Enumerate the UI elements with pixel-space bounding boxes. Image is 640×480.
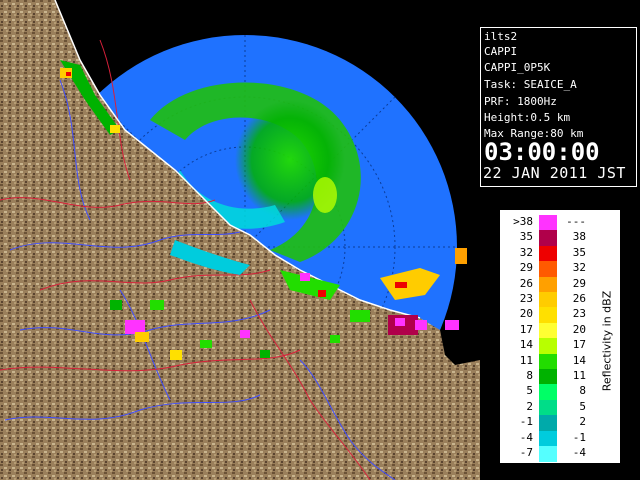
legend-low-value: -1 xyxy=(519,415,533,429)
legend-row: -1 2 xyxy=(501,415,591,431)
legend-color-swatch xyxy=(539,292,557,308)
legend-high-value: 8 xyxy=(579,384,586,398)
legend-row: >38 --- xyxy=(501,215,591,231)
legend-high-value: 26 xyxy=(572,292,586,305)
legend-high-value: -1 xyxy=(572,430,586,444)
legend-high-value: 29 xyxy=(572,276,586,290)
legend-row: 25 xyxy=(501,399,591,416)
observation-date: 22 JAN 2011 JST xyxy=(483,164,626,182)
legend-color-swatch xyxy=(539,353,557,370)
legend-low-value: 5 xyxy=(526,384,533,398)
legend-high-value: 2 xyxy=(579,415,586,429)
legend-low-value: 8 xyxy=(526,369,533,382)
legend-color-swatch xyxy=(539,369,557,385)
legend-unit-text: Reflectivity in dBZ xyxy=(600,290,614,392)
legend-high-value: 20 xyxy=(572,322,586,336)
legend-color-swatch xyxy=(539,215,557,231)
legend-color-swatch xyxy=(539,261,557,277)
legend-color-swatch xyxy=(539,399,557,416)
legend-row: 23 26 xyxy=(501,292,591,308)
legend-row: 35 38 xyxy=(501,230,591,247)
legend-high-value: -4 xyxy=(572,446,586,459)
legend-row: 32 35 xyxy=(501,245,591,262)
legend-low-value: 17 xyxy=(519,322,533,336)
legend-low-value: 20 xyxy=(519,307,533,321)
legend-color-swatch xyxy=(539,384,557,401)
legend-color-swatch xyxy=(539,338,557,354)
legend-low-value: 23 xyxy=(519,292,533,305)
radar-name: ilts2 xyxy=(484,30,518,43)
product-id: CAPPI_0P5K xyxy=(484,61,551,74)
legend-row: 29 32 xyxy=(501,261,591,277)
legend-color-swatch xyxy=(539,430,557,447)
prf-value: PRF: 1800Hz xyxy=(484,95,557,108)
legend-color-swatch xyxy=(539,322,557,339)
legend-high-value: 32 xyxy=(572,261,586,275)
legend-high-value: 23 xyxy=(572,307,586,321)
legend-color-swatch xyxy=(539,415,557,431)
legend-color-swatch xyxy=(539,307,557,324)
legend-row: 14 17 xyxy=(501,338,591,354)
radar-map-svg xyxy=(0,0,480,480)
legend-high-value: 17 xyxy=(572,338,586,352)
legend-low-value: 11 xyxy=(519,353,533,367)
legend-color-swatch xyxy=(539,446,557,462)
legend-low-value: -7 xyxy=(519,446,533,459)
legend-low-value: 14 xyxy=(519,338,533,352)
legend-low-value: 35 xyxy=(519,230,533,244)
legend-low-value: 32 xyxy=(519,245,533,259)
legend-row: 17 20 xyxy=(501,322,591,339)
legend-high-value: 38 xyxy=(572,230,586,244)
legend-high-value: 14 xyxy=(572,353,586,367)
legend-row: -7 -4 xyxy=(501,446,591,462)
legend-low-value: -4 xyxy=(519,430,533,444)
legend-low-value: 26 xyxy=(519,276,533,290)
reflectivity-legend: >38 --- 35 38 32 35 29 32 26 29 23 26 20 23 17 20 14 17 11… xyxy=(500,210,620,463)
legend-low-value: 2 xyxy=(526,399,533,413)
legend-high-value: 5 xyxy=(579,399,586,413)
legend-row: 20 23 xyxy=(501,307,591,324)
legend-row: 58 xyxy=(501,384,591,401)
product-type: CAPPI xyxy=(484,45,518,58)
legend-low-value: >38 xyxy=(513,215,533,228)
legend-row: 8 11 xyxy=(501,369,591,385)
legend-color-swatch xyxy=(539,276,557,293)
observation-time: 03:00:00 xyxy=(484,138,600,166)
legend-color-swatch xyxy=(539,230,557,247)
legend-low-value: 29 xyxy=(519,261,533,275)
legend-row: 26 29 xyxy=(501,276,591,293)
legend-high-value: --- xyxy=(566,215,586,228)
legend-row: 11 14 xyxy=(501,353,591,370)
legend-high-value: 11 xyxy=(572,369,586,382)
legend-row: -4 -1 xyxy=(501,430,591,447)
radar-map-view[interactable] xyxy=(0,0,480,480)
task-name: Task: SEAICE_A xyxy=(484,78,577,91)
legend-unit-label: Reflectivity in dBZ xyxy=(597,266,617,416)
legend-high-value: 35 xyxy=(572,245,586,259)
legend-color-swatch xyxy=(539,245,557,262)
height-value: Height:0.5 km xyxy=(484,111,571,124)
